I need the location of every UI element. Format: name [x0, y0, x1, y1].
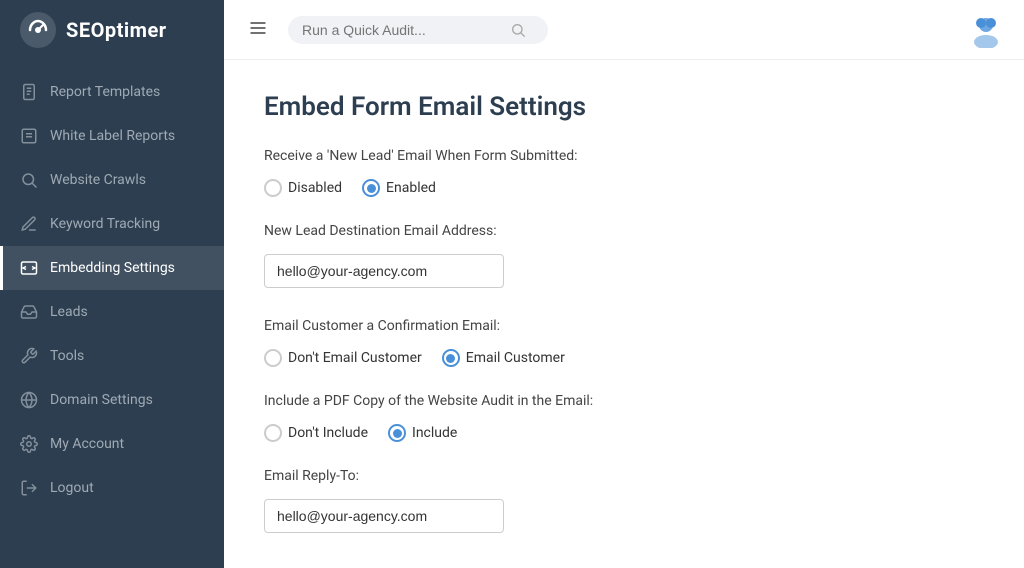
radio-dont-email[interactable]: Don't Email Customer	[264, 349, 422, 367]
radio-dont-include-label: Don't Include	[288, 425, 368, 441]
sidebar-item-embedding-settings[interactable]: Embedding Settings	[0, 246, 224, 290]
nav-label-domain-settings: Domain Settings	[50, 392, 153, 408]
embed-icon	[20, 259, 38, 277]
search-bar-icon	[510, 22, 526, 38]
user-avatar-icon[interactable]	[968, 12, 1004, 48]
new-lead-email-section: Receive a 'New Lead' Email When Form Sub…	[264, 146, 984, 197]
radio-include-circle	[388, 424, 406, 442]
radio-enabled-label: Enabled	[386, 180, 436, 196]
nav-label-embedding-settings: Embedding Settings	[50, 260, 175, 276]
menu-icon	[248, 18, 268, 38]
sidebar-logo: SEOptimer	[0, 0, 224, 60]
tools-icon	[20, 347, 38, 365]
sidebar-item-keyword-tracking[interactable]: Keyword Tracking	[0, 202, 224, 246]
radio-email-customer-circle	[442, 349, 460, 367]
reply-to-section: Email Reply-To:	[264, 466, 984, 557]
sidebar-item-report-templates[interactable]: Report Templates	[0, 70, 224, 114]
search-input[interactable]	[302, 22, 502, 38]
sidebar-item-website-crawls[interactable]: Website Crawls	[0, 158, 224, 202]
destination-email-section: New Lead Destination Email Address:	[264, 221, 984, 312]
sidebar-logo-text: SEOptimer	[66, 18, 167, 42]
include-pdf-label: Include a PDF Copy of the Website Audit …	[264, 391, 984, 412]
sidebar-item-leads[interactable]: Leads	[0, 290, 224, 334]
nav-label-keyword-tracking: Keyword Tracking	[50, 216, 160, 232]
content-area: Embed Form Email Settings Receive a 'New…	[224, 60, 1024, 568]
reply-to-input[interactable]	[264, 499, 504, 533]
radio-dont-email-circle	[264, 349, 282, 367]
destination-email-label: New Lead Destination Email Address:	[264, 221, 984, 242]
topbar	[224, 0, 1024, 60]
tag-icon	[20, 127, 38, 145]
file-icon	[20, 83, 38, 101]
nav-label-white-label-reports: White Label Reports	[50, 128, 175, 144]
edit-icon	[20, 215, 38, 233]
include-pdf-radio-group: Don't Include Include	[264, 424, 984, 442]
destination-email-input[interactable]	[264, 254, 504, 288]
new-lead-email-label: Receive a 'New Lead' Email When Form Sub…	[264, 146, 984, 167]
radio-dont-email-label: Don't Email Customer	[288, 350, 422, 366]
logout-icon	[20, 479, 38, 497]
sidebar-item-domain-settings[interactable]: Domain Settings	[0, 378, 224, 422]
radio-email-customer-label: Email Customer	[466, 350, 565, 366]
radio-email-customer[interactable]: Email Customer	[442, 349, 565, 367]
search-icon	[20, 171, 38, 189]
sidebar-item-white-label-reports[interactable]: White Label Reports	[0, 114, 224, 158]
main-area: Embed Form Email Settings Receive a 'New…	[224, 0, 1024, 568]
new-lead-email-radio-group: Disabled Enabled	[264, 179, 984, 197]
globe-icon	[20, 391, 38, 409]
email-customer-section: Email Customer a Confirmation Email: Don…	[264, 316, 984, 367]
sidebar: SEOptimer Report Templates White Label R…	[0, 0, 224, 568]
sidebar-item-my-account[interactable]: My Account	[0, 422, 224, 466]
sidebar-navigation: Report Templates White Label Reports Web…	[0, 60, 224, 568]
radio-enabled[interactable]: Enabled	[362, 179, 436, 197]
hamburger-button[interactable]	[244, 14, 272, 45]
nav-label-logout: Logout	[50, 480, 94, 496]
radio-dont-include[interactable]: Don't Include	[264, 424, 368, 442]
page-title: Embed Form Email Settings	[264, 92, 984, 122]
nav-label-tools: Tools	[50, 348, 84, 364]
radio-enabled-circle	[362, 179, 380, 197]
seoptimer-logo-icon	[20, 12, 56, 48]
radio-include-label: Include	[412, 425, 457, 441]
radio-dont-include-circle	[264, 424, 282, 442]
nav-label-leads: Leads	[50, 304, 88, 320]
nav-label-my-account: My Account	[50, 436, 124, 452]
sidebar-item-logout[interactable]: Logout	[0, 466, 224, 510]
radio-disabled-circle	[264, 179, 282, 197]
nav-label-report-templates: Report Templates	[50, 84, 160, 100]
email-customer-radio-group: Don't Email Customer Email Customer	[264, 349, 984, 367]
search-bar[interactable]	[288, 16, 548, 44]
include-pdf-section: Include a PDF Copy of the Website Audit …	[264, 391, 984, 442]
reply-to-label: Email Reply-To:	[264, 466, 984, 487]
gear-icon	[20, 435, 38, 453]
nav-label-website-crawls: Website Crawls	[50, 172, 146, 188]
radio-disabled[interactable]: Disabled	[264, 179, 342, 197]
radio-disabled-label: Disabled	[288, 180, 342, 196]
sidebar-item-tools[interactable]: Tools	[0, 334, 224, 378]
radio-include[interactable]: Include	[388, 424, 457, 442]
email-customer-label: Email Customer a Confirmation Email:	[264, 316, 984, 337]
inbox-icon	[20, 303, 38, 321]
